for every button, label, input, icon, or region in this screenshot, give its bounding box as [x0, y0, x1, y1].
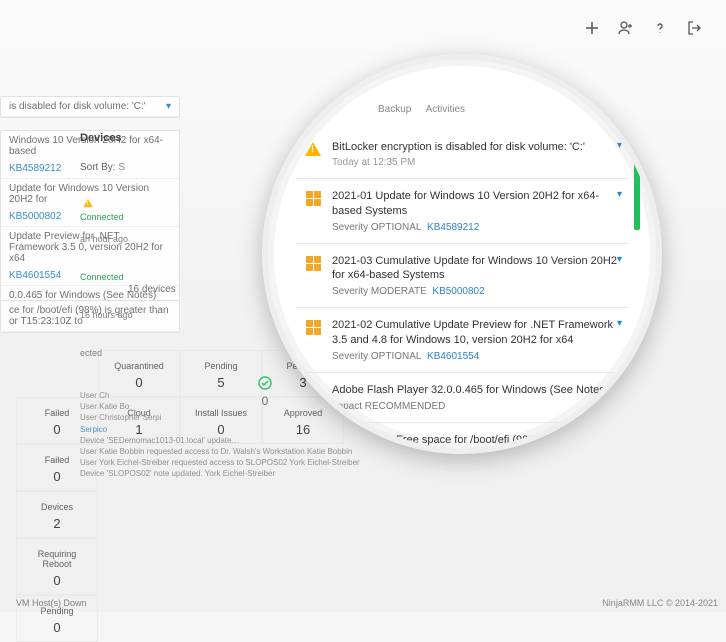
vm-hosts-label: VM Host(s) Down: [16, 598, 87, 608]
kb-link[interactable]: KB5000802: [432, 286, 484, 297]
log-line: Device 'SLOPOS02' note updated. York Eic…: [80, 468, 500, 479]
plus-icon[interactable]: [584, 20, 600, 44]
alert-row[interactable]: 2021-03 Cumulative Update for Windows 10…: [296, 244, 628, 309]
warn-icon: [305, 435, 321, 449]
help-icon[interactable]: [652, 20, 668, 44]
footer-copyright: NinjaRMM LLC © 2014-2021: [602, 598, 718, 608]
tab-activities[interactable]: Activities: [426, 104, 465, 115]
windows-icon: [306, 256, 321, 271]
status-row: Connected: [80, 190, 133, 228]
health-bar-icon: [634, 150, 640, 230]
metric-cell: Devices2: [16, 491, 98, 538]
chevron-down-icon[interactable]: ▾: [617, 140, 622, 151]
magnified-view: Backup Activities BitLocker encryption i…: [262, 54, 662, 454]
windows-icon: [306, 320, 321, 335]
device-count-label: 16 devices: [128, 284, 176, 295]
tab-backup[interactable]: Backup: [378, 104, 411, 115]
add-person-icon[interactable]: [618, 20, 634, 44]
chevron-down-icon[interactable]: ▾: [617, 383, 622, 394]
metric-cell: Requiring Reboot0: [16, 538, 98, 595]
logout-icon[interactable]: [686, 20, 702, 44]
log-line: User York Eichel-Streiber requested acce…: [80, 457, 500, 468]
chevron-down-icon[interactable]: ▾: [617, 433, 622, 444]
kb-link[interactable]: KB4601554: [9, 270, 61, 281]
alert-row[interactable]: Adobe Flash Player 32.0.0.465 for Window…: [296, 373, 628, 423]
app-icon: [306, 385, 320, 397]
status-row: ected: [80, 342, 133, 380]
chevron-down-icon[interactable]: ▾: [617, 318, 622, 329]
kb-link[interactable]: KB4589212: [427, 222, 479, 233]
kb-link[interactable]: KB5000802: [9, 211, 61, 222]
panel-warning: is disabled for disk volume: 'C:': [9, 101, 146, 112]
alert-row[interactable]: 2021-01 Update for Windows 10 Version 20…: [296, 179, 628, 244]
alert-row[interactable]: BitLocker encryption is disabled for dis…: [296, 130, 628, 179]
status-row: an hour ago: [80, 228, 133, 266]
chevron-down-icon[interactable]: ▾: [617, 189, 622, 200]
status-row: Connected: [80, 266, 133, 304]
kb-link[interactable]: KB4589212: [9, 163, 61, 174]
windows-icon: [306, 191, 321, 206]
sort-by-label[interactable]: Sort By: S: [80, 162, 125, 173]
kb-link[interactable]: KB4601554: [427, 351, 479, 362]
chevron-down-icon[interactable]: ▾: [617, 254, 622, 265]
tab-devices[interactable]: Devices: [80, 132, 122, 144]
warn-icon: [305, 142, 321, 156]
alert-row[interactable]: 2021-02 Cumulative Update Preview for .N…: [296, 308, 628, 373]
status-row: 16 hours ago: [80, 304, 133, 342]
